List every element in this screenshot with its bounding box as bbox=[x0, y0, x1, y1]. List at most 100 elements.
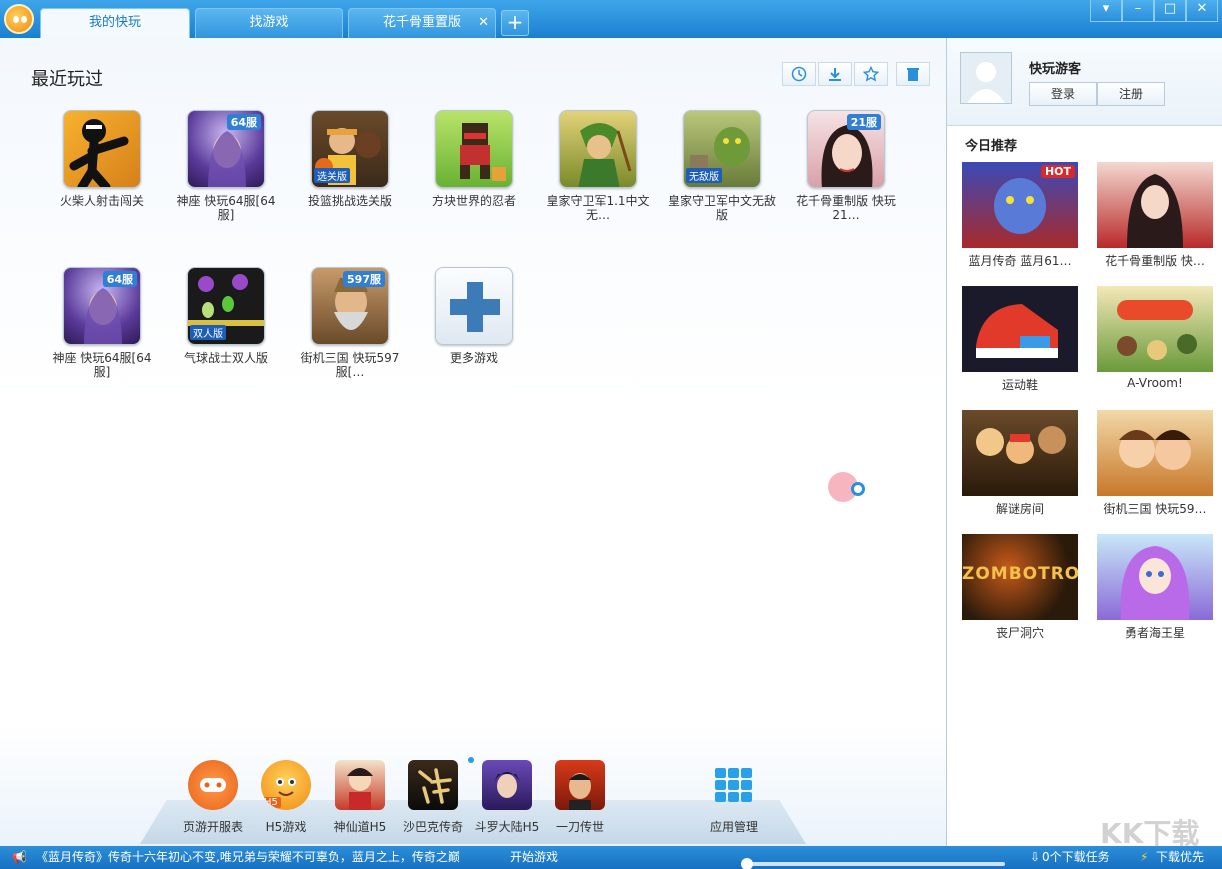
tab-my-games[interactable]: 我的快玩 bbox=[40, 8, 190, 38]
recommend-name: 花千骨重制版 快… bbox=[1105, 254, 1205, 268]
dock-item-shenxiandao[interactable]: 神仙道H5 bbox=[320, 760, 400, 835]
game-item[interactable]: 双人版 气球战士双人版 bbox=[171, 267, 281, 365]
dock-label: 页游开服表 bbox=[182, 820, 243, 834]
dock-label: H5游戏 bbox=[265, 820, 307, 834]
tab-label: 找游戏 bbox=[249, 15, 289, 30]
recommend-item[interactable]: A-Vroom! bbox=[1096, 286, 1214, 390]
dock-label: 应用管理 bbox=[709, 820, 758, 834]
game-name: 气球战士双人版 bbox=[183, 351, 268, 365]
game-item[interactable]: 无敌版 皇家守卫军中文无敌版 bbox=[667, 110, 777, 222]
recommend-thumb bbox=[1097, 162, 1213, 248]
app-grid-icon bbox=[709, 760, 759, 810]
register-button[interactable]: 注册 bbox=[1097, 82, 1165, 106]
game-item[interactable]: 597服 街机三国 快玩597服[… bbox=[295, 267, 405, 379]
balloon-fighter-icon: 双人版 bbox=[187, 267, 265, 345]
recommend-thumb bbox=[962, 410, 1078, 496]
dock-item-server-list[interactable]: 页游开服表 bbox=[173, 760, 253, 835]
game-name: 火柴人射击闯关 bbox=[59, 194, 144, 208]
add-tab-button[interactable]: + bbox=[501, 10, 529, 36]
status-bar: 📢 《蓝月传奇》传奇十六年初心不变,唯兄弟与荣耀不可辜负，蓝月之上，传奇之巅 开… bbox=[0, 846, 1222, 869]
maximize-icon[interactable]: □ bbox=[1154, 0, 1186, 22]
recommend-item[interactable]: 街机三国 快玩59… bbox=[1096, 410, 1214, 517]
close-icon[interactable]: ✕ bbox=[478, 9, 489, 37]
menu-dropdown-icon[interactable]: ▾ bbox=[1090, 0, 1122, 22]
avatar[interactable] bbox=[960, 52, 1012, 104]
megaphone-icon: 📢 bbox=[12, 850, 27, 864]
recommend-item[interactable]: 运动鞋 bbox=[961, 286, 1079, 393]
server-badge: 64服 bbox=[226, 114, 261, 130]
game-name: 皇家守卫军1.1中文无… bbox=[546, 194, 650, 222]
game-item[interactable]: 21服 花千骨重制版 快玩21… bbox=[791, 110, 901, 222]
clock-icon[interactable] bbox=[782, 62, 816, 86]
trash-icon[interactable] bbox=[896, 62, 930, 86]
slider-knob[interactable] bbox=[741, 858, 753, 869]
recommend-item[interactable]: ZOMBOTRON 丧尸洞穴 bbox=[961, 534, 1079, 641]
minimize-icon[interactable]: – bbox=[1122, 0, 1154, 22]
recommend-item[interactable]: HOT 蓝月传奇 蓝月61… bbox=[961, 162, 1079, 269]
game-name: 神座 快玩64服[64服] bbox=[52, 351, 152, 379]
gamepad-icon bbox=[188, 760, 238, 810]
recommend-item[interactable]: 解谜房间 bbox=[961, 410, 1079, 517]
three-kingdoms-icon: 597服 bbox=[311, 267, 389, 345]
dock-item-app-manager[interactable]: 应用管理 bbox=[694, 760, 774, 835]
dock-item-yidaochuanshi[interactable]: 一刀传世 bbox=[540, 760, 620, 835]
tab-find-games[interactable]: 找游戏 bbox=[195, 8, 343, 38]
zombotron-logo: ZOMBOTRON bbox=[962, 564, 1078, 584]
volume-slider[interactable] bbox=[741, 858, 1005, 869]
h5-mascot-icon: H5 bbox=[261, 760, 311, 810]
download-icon[interactable] bbox=[818, 62, 852, 86]
douluo-icon bbox=[482, 760, 532, 810]
recommend-name: A-Vroom! bbox=[1127, 376, 1183, 390]
kingdom-rush-icon bbox=[559, 110, 637, 188]
server-badge: 64服 bbox=[102, 271, 137, 287]
game-name: 方块世界的忍者 bbox=[431, 194, 516, 208]
app-logo-icon[interactable] bbox=[4, 4, 34, 34]
recommend-name: 勇者海王星 bbox=[1124, 626, 1185, 640]
game-name: 皇家守卫军中文无敌版 bbox=[667, 194, 776, 222]
game-item[interactable]: 火柴人射击闯关 bbox=[47, 110, 157, 208]
game-item[interactable]: 皇家守卫军1.1中文无… bbox=[543, 110, 653, 222]
game-item[interactable]: 64服 神座 快玩64服[64服] bbox=[171, 110, 281, 222]
stickman-shooter-icon bbox=[63, 110, 141, 188]
dock-label: 神仙道H5 bbox=[333, 820, 387, 834]
recommend-thumb bbox=[1097, 410, 1213, 496]
game-item[interactable]: 64服 神座 快玩64服[64服] bbox=[47, 267, 157, 379]
recommend-name: 蓝月传奇 蓝月61… bbox=[968, 254, 1072, 268]
recommend-thumb bbox=[1097, 534, 1213, 620]
recommend-name: 运动鞋 bbox=[1001, 378, 1038, 392]
cursor-icon bbox=[851, 482, 865, 496]
login-button[interactable]: 登录 bbox=[1029, 82, 1097, 106]
dock-item-h5-games[interactable]: H5 H5游戏 bbox=[246, 760, 326, 835]
kingdom-rush-invincible-icon: 无敌版 bbox=[683, 110, 761, 188]
dock-item-shabake[interactable]: 沙巴克传奇 bbox=[393, 760, 473, 835]
tab-hqg-remake[interactable]: 花千骨重置版 ✕ bbox=[348, 8, 496, 38]
news-ticker[interactable]: 《蓝月传奇》传奇十六年初心不变,唯兄弟与荣耀不可辜负，蓝月之上，传奇之巅 bbox=[36, 846, 460, 869]
basketball-game-icon: 选关版 bbox=[311, 110, 389, 188]
h5-badge: H5 bbox=[261, 797, 281, 808]
edition-badge: 选关版 bbox=[314, 168, 350, 183]
close-window-icon[interactable]: ✕ bbox=[1186, 0, 1218, 22]
watermark: KK下载 bbox=[1100, 817, 1200, 850]
dock-item-douluo[interactable]: 斗罗大陆H5 bbox=[467, 760, 547, 835]
more-games-button[interactable]: 更多游戏 bbox=[419, 267, 529, 365]
recommend-name: 解谜房间 bbox=[995, 502, 1044, 516]
auth-buttons: 登录 注册 bbox=[1029, 82, 1165, 106]
dock-label: 一刀传世 bbox=[555, 820, 604, 834]
shenzuo-game-icon: 64服 bbox=[63, 267, 141, 345]
recommend-name: 丧尸洞穴 bbox=[995, 626, 1044, 640]
server-badge: 21服 bbox=[846, 114, 881, 130]
tab-label: 花千骨重置版 bbox=[382, 15, 461, 30]
start-game-link[interactable]: 开始游戏 bbox=[510, 846, 558, 869]
recommend-item[interactable]: 勇者海王星 bbox=[1096, 534, 1214, 641]
shenxiandao-icon bbox=[335, 760, 385, 810]
game-item[interactable]: 选关版 投篮挑战选关版 bbox=[295, 110, 405, 208]
plus-icon bbox=[435, 267, 513, 345]
edition-badge: 无敌版 bbox=[686, 168, 722, 183]
recommend-thumb: HOT bbox=[962, 162, 1078, 248]
dock-label: 沙巴克传奇 bbox=[402, 820, 463, 834]
game-item[interactable]: 方块世界的忍者 bbox=[419, 110, 529, 208]
star-icon[interactable] bbox=[854, 62, 888, 86]
side-panel: 快玩游客 登录 注册 今日推荐 HOT 蓝月传奇 蓝月61… 花千骨重制版 快…… bbox=[946, 38, 1222, 846]
recommend-name: 街机三国 快玩59… bbox=[1103, 502, 1207, 516]
recommend-item[interactable]: 花千骨重制版 快… bbox=[1096, 162, 1214, 269]
